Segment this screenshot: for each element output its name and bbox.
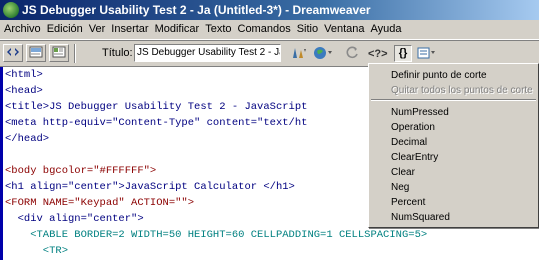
menu-item-function[interactable]: Decimal <box>391 136 427 149</box>
code-line[interactable]: <title>JS Debugger Usability Test 2 - Ja… <box>5 99 307 115</box>
title-label: Título: <box>102 47 133 59</box>
page-title-input[interactable]: JS Debugger Usability Test 2 - Ja <box>134 44 281 62</box>
title-bar: JS Debugger Usability Test 2 - Ja (Untit… <box>0 0 539 20</box>
file-management-icon[interactable] <box>290 45 308 63</box>
code-line[interactable]: </head> <box>5 131 49 147</box>
design-view-icon <box>52 46 66 58</box>
menu-item-function[interactable]: NumSquared <box>391 211 450 224</box>
menu-ventana[interactable]: Ventana <box>321 20 367 39</box>
menu-comandos[interactable]: Comandos <box>235 20 294 39</box>
menu-item-function[interactable]: NumPressed <box>391 106 449 119</box>
menu-item-function[interactable]: Clear <box>391 166 415 179</box>
code-navigation-button[interactable]: <?> <box>368 45 388 63</box>
code-line[interactable]: <div align="center"> <box>5 211 144 227</box>
menu-texto[interactable]: Texto <box>202 20 234 39</box>
code-line[interactable]: <TABLE BORDER=2 WIDTH=50 HEIGHT=60 CELLP… <box>5 227 427 243</box>
dreamweaver-app-icon[interactable] <box>3 2 19 18</box>
menu-item-remove-breakpoints: Quitar todos los puntos de corte <box>391 85 533 96</box>
menu-edicion[interactable]: Edición <box>44 20 86 39</box>
code-view-icon <box>7 48 19 56</box>
menu-item-set-breakpoint[interactable]: Definir punto de corte <box>391 69 487 82</box>
code-line[interactable]: <h1 align="center">JavaScript Calculator… <box>5 179 295 195</box>
menu-ayuda[interactable]: Ayuda <box>367 20 404 39</box>
code-line[interactable]: <FORM NAME="Keypad" ACTION=""> <box>5 195 194 211</box>
functions-menu-label: {} <box>398 47 408 59</box>
preview-in-browser-icon[interactable] <box>313 45 333 63</box>
menu-item-function[interactable]: ClearEntry <box>391 151 438 164</box>
code-navigation-label: <?> <box>368 48 388 60</box>
code-line[interactable]: <TR> <box>5 243 68 259</box>
menu-separator <box>371 99 536 101</box>
menu-ver[interactable]: Ver <box>86 20 109 39</box>
menu-item-function[interactable]: Percent <box>391 196 425 209</box>
functions-menu-button[interactable]: {} <box>394 45 412 62</box>
menu-item-function[interactable]: Neg <box>391 181 409 194</box>
window-title: JS Debugger Usability Test 2 - Ja (Untit… <box>22 3 371 17</box>
menu-modificar[interactable]: Modificar <box>152 20 203 39</box>
view-options-icon[interactable] <box>416 45 436 63</box>
toolbar-separator <box>74 44 76 63</box>
refresh-icon[interactable] <box>345 45 359 63</box>
menu-insertar[interactable]: Insertar <box>108 20 151 39</box>
code-line[interactable]: <html> <box>5 67 43 83</box>
code-gutter[interactable] <box>0 67 3 260</box>
split-view-icon <box>29 46 43 58</box>
menu-bar: Archivo Edición Ver Insertar Modificar Texto C… <box>0 20 539 40</box>
menu-archivo[interactable]: Archivo <box>0 20 44 39</box>
split-view-button[interactable] <box>26 44 46 62</box>
code-line[interactable]: <body bgcolor="#FFFFFF"> <box>5 163 156 179</box>
menu-sitio[interactable]: Sitio <box>294 20 321 39</box>
code-line[interactable]: <head> <box>5 83 43 99</box>
functions-dropdown-menu: Definir punto de corte Quitar todos los … <box>368 63 539 228</box>
code-line[interactable]: <meta http-equiv="Content-Type" content=… <box>5 115 307 131</box>
design-view-button[interactable] <box>49 44 69 62</box>
menu-item-function[interactable]: Operation <box>391 121 435 134</box>
code-view-button[interactable] <box>3 44 23 62</box>
